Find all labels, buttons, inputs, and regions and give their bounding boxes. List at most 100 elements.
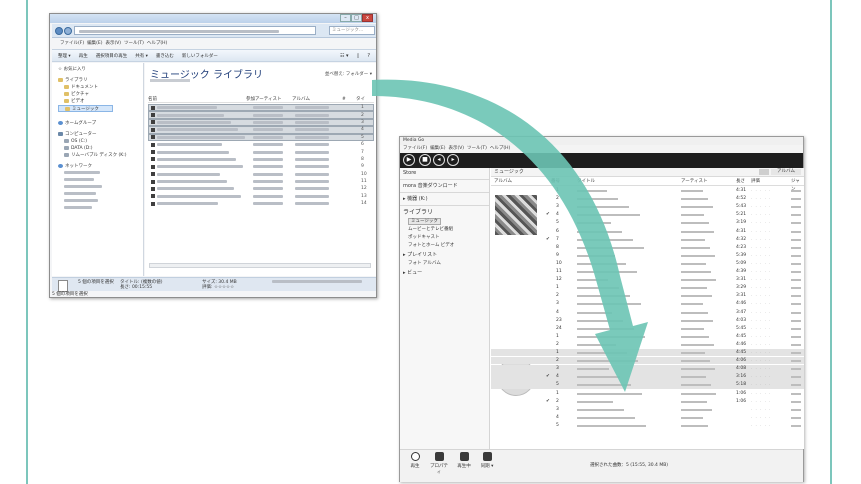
rating-stars[interactable]: · · · · · xyxy=(751,325,771,332)
rating-stars[interactable]: · · · · · xyxy=(751,195,771,202)
track-row[interactable]: 1 3:29 · · · · · xyxy=(491,284,804,291)
nav-network-item[interactable] xyxy=(58,191,143,198)
track-row[interactable]: ✔ 7 4:32 · · · · · xyxy=(491,236,804,243)
horizontal-scrollbar[interactable] xyxy=(149,263,371,268)
file-row[interactable]: 14 xyxy=(148,200,374,207)
file-row[interactable]: 12 xyxy=(148,185,374,192)
rating-stars[interactable]: · · · · · xyxy=(751,211,771,218)
menu-tools[interactable]: ツール(T) xyxy=(124,39,144,48)
rating-stars[interactable]: · · · · · xyxy=(751,300,771,307)
nav-drive-d[interactable]: DATA (D:) xyxy=(58,145,143,152)
file-row[interactable]: 6 xyxy=(148,141,374,148)
nav-network[interactable]: ネットワーク xyxy=(58,163,143,170)
rating-stars[interactable]: · · · · · xyxy=(751,398,771,405)
col-length[interactable]: 長さ xyxy=(736,178,745,186)
col-number[interactable]: # xyxy=(342,96,356,102)
previous-icon[interactable]: ◂ xyxy=(433,154,445,166)
burn-button[interactable]: 書き込む xyxy=(156,53,174,59)
sidebar-photo-albums[interactable]: フォト アルバム xyxy=(400,260,489,268)
menu-edit[interactable]: 編集(E) xyxy=(87,39,102,48)
file-row[interactable]: 10 xyxy=(148,171,374,178)
sidebar-views[interactable]: ▸ ビュー xyxy=(400,268,489,278)
nav-network-item[interactable] xyxy=(58,177,143,184)
track-row[interactable]: ✔ 4 5:21 · · · · · xyxy=(491,211,804,218)
track-row[interactable]: 2 4:46 · · · · · xyxy=(491,341,804,348)
rating-stars[interactable]: · · · · · xyxy=(751,422,771,429)
next-icon[interactable]: ▸ xyxy=(447,154,459,166)
play-icon[interactable]: ▶ xyxy=(403,154,415,166)
nav-videos[interactable]: ビデオ xyxy=(58,98,143,105)
track-row[interactable]: 9 5:39 · · · · · xyxy=(491,252,804,259)
track-row[interactable]: 5 5:18 · · · · · xyxy=(491,381,804,389)
share-button[interactable]: 共有 ▾ xyxy=(135,53,148,59)
file-row[interactable]: 5 xyxy=(148,133,374,141)
sidebar-photo-video[interactable]: フォトとホーム ビデオ xyxy=(400,242,489,250)
new-folder-button[interactable]: 新しいフォルダー xyxy=(182,53,218,59)
track-row[interactable]: 2 4:06 · · · · · xyxy=(491,357,804,365)
sidebar-mora[interactable]: mora 音楽ダウンロード xyxy=(400,181,489,191)
menu-edit[interactable]: 編集(E) xyxy=(430,145,445,153)
track-row[interactable]: 23 4:03 · · · · · xyxy=(491,317,804,324)
file-row[interactable]: 3 xyxy=(148,118,374,127)
rating-stars[interactable]: · · · · · xyxy=(751,333,771,340)
help-icon[interactable]: ? xyxy=(367,53,370,59)
file-row[interactable]: 1 xyxy=(148,104,374,112)
nav-homegroup[interactable]: ホームグループ xyxy=(58,120,143,127)
rating-stars[interactable]: · · · · · xyxy=(751,284,771,291)
nav-music[interactable]: ミュージック xyxy=(58,105,113,112)
track-row[interactable]: 3 5:43 · · · · · xyxy=(491,203,804,210)
file-row[interactable]: 7 xyxy=(148,148,374,155)
rating-stars[interactable]: · · · · · xyxy=(751,276,771,283)
file-row[interactable]: 9 xyxy=(148,163,374,170)
menu-view[interactable]: 表示(V) xyxy=(448,145,464,153)
nav-libraries[interactable]: ライブラリ xyxy=(58,77,143,84)
rating-stars[interactable]: · · · · · xyxy=(751,309,771,316)
rating-stars[interactable]: · · · · · xyxy=(751,341,771,348)
track-row[interactable]: 5 · · · · · xyxy=(491,422,804,429)
track-row[interactable]: 3 4:08 · · · · · xyxy=(491,365,804,373)
col-name[interactable]: 名前 xyxy=(148,96,246,102)
file-row[interactable]: 4 xyxy=(148,126,374,134)
sidebar-library[interactable]: ライブラリ xyxy=(400,207,489,218)
track-row[interactable]: 3 · · · · · xyxy=(491,406,804,413)
file-row[interactable]: 8 xyxy=(148,156,374,163)
nav-network-item[interactable] xyxy=(58,184,143,191)
col-rating[interactable]: 評価 xyxy=(751,178,760,186)
col-artist[interactable]: アーティスト xyxy=(681,178,707,186)
rating-stars[interactable]: · · · · · xyxy=(751,236,771,243)
nav-network-item[interactable] xyxy=(58,170,143,177)
track-row[interactable]: 12 3:31 · · · · · xyxy=(491,276,804,283)
rating-stars[interactable]: · · · · · xyxy=(751,252,771,259)
back-icon[interactable] xyxy=(55,27,63,35)
rating-stars[interactable]: · · · · · xyxy=(751,390,771,397)
menu-file[interactable]: ファイル(F) xyxy=(403,145,427,153)
close-button[interactable]: x xyxy=(362,14,373,22)
album-view-button[interactable]: アルバム xyxy=(771,169,801,175)
rating-stars[interactable]: · · · · · xyxy=(751,292,771,299)
file-row[interactable]: 2 xyxy=(148,111,374,119)
nav-pictures[interactable]: ピクチャ xyxy=(58,91,143,98)
sidebar-device[interactable]: ▸ 機器 (K:) xyxy=(400,194,489,204)
track-row[interactable]: 2 4:52 · · · · · xyxy=(491,195,804,202)
arrange-by-dropdown[interactable]: 並べ替え: フォルダー ▾ xyxy=(325,71,372,77)
search-input[interactable]: ミュージック... xyxy=(329,26,375,35)
rating-stars[interactable]: · · · · · xyxy=(751,406,771,413)
rating-stars[interactable]: · · · · · xyxy=(751,260,771,267)
sync-button[interactable]: 同期 ▾ xyxy=(478,452,496,469)
file-row[interactable]: 11 xyxy=(148,178,374,185)
col-number[interactable]: 番号 xyxy=(551,178,560,186)
track-row[interactable]: 5 3:19 · · · · · xyxy=(491,219,804,226)
rating-stars[interactable]: · · · · · xyxy=(751,228,771,235)
track-row[interactable]: ✔ 4 3:16 · · · · · xyxy=(491,373,804,381)
preview-pane-icon[interactable]: ▯ xyxy=(357,53,360,59)
col-artist[interactable]: 参加アーティスト xyxy=(246,96,292,102)
col-title[interactable]: タイトル xyxy=(577,178,595,186)
menu-view[interactable]: 表示(V) xyxy=(105,39,121,48)
sidebar-podcasts[interactable]: ポッドキャスト xyxy=(400,234,489,242)
nav-network-item[interactable] xyxy=(58,205,143,212)
rating-stars[interactable]: · · · · · xyxy=(751,219,771,226)
track-row[interactable]: 1 4:45 · · · · · xyxy=(491,349,804,357)
track-row[interactable]: 1 4:31 · · · · · xyxy=(491,187,804,194)
track-row[interactable]: 2 3:31 · · · · · xyxy=(491,292,804,299)
col-album[interactable]: アルバム xyxy=(494,178,512,186)
